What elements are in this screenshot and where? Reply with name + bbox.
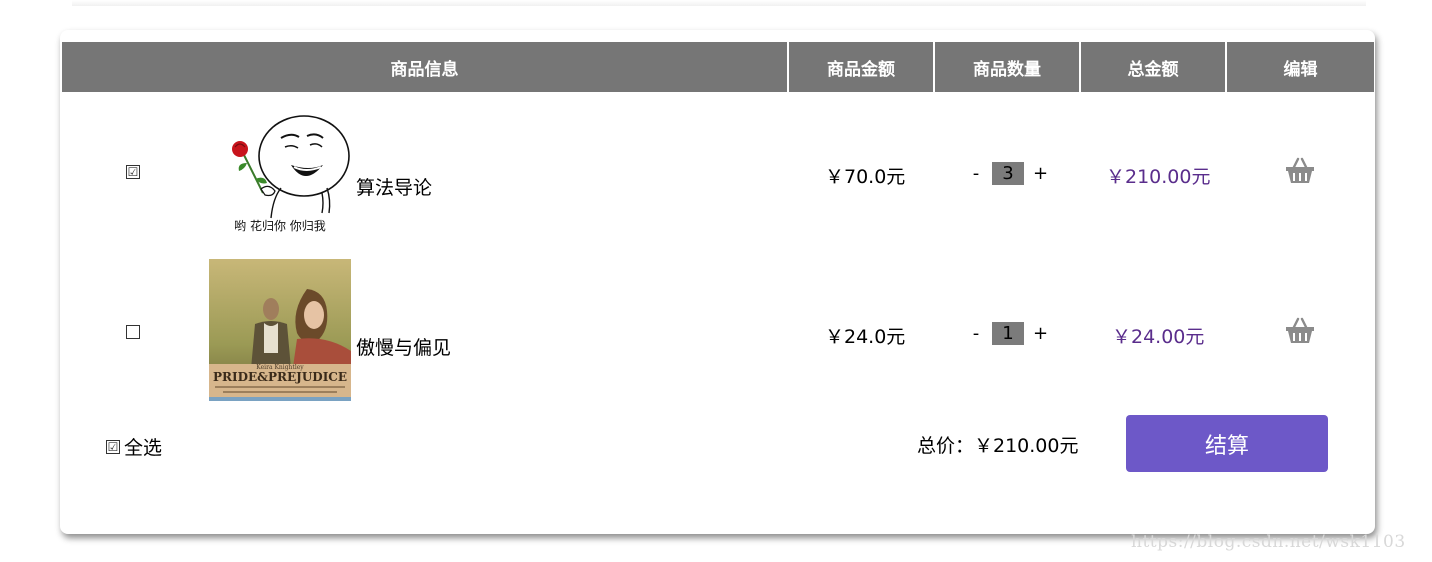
quantity-value[interactable]: 3 <box>992 162 1024 185</box>
unit-price: ￥70.0元 <box>825 166 906 188</box>
row-total: ￥24.00元 <box>1112 326 1205 348</box>
cart-row: ☑ 哟 花归你 你归我 算法导论 ￥70.0元 - 3 + ￥210.00元 <box>62 103 1374 245</box>
header-product-info: 商品信息 <box>62 42 787 92</box>
row-total: ￥210.00元 <box>1106 166 1211 188</box>
product-name: 傲慢与偏见 <box>356 337 452 359</box>
unit-price: ￥24.0元 <box>825 326 906 348</box>
cart-sum: 总价：￥210.00元 <box>917 435 1079 457</box>
increase-button[interactable]: + <box>1033 163 1048 184</box>
item-checkbox[interactable]: ☑ <box>126 165 140 179</box>
select-all-checkbox[interactable]: ☑ <box>106 439 120 454</box>
quantity-stepper: - 3 + <box>969 162 1048 185</box>
header-edit: 编辑 <box>1227 42 1374 92</box>
basket-icon[interactable] <box>1285 317 1315 349</box>
poster-caption: PRIDE&PREJUDICE <box>213 370 347 384</box>
header-quantity: 商品数量 <box>935 42 1079 92</box>
cart-row: Keira Knightley PRIDE&PREJUDICE 傲慢与偏见 ￥2… <box>62 259 1374 401</box>
checkout-button[interactable]: 结算 <box>1126 415 1328 472</box>
top-divider <box>72 0 1366 6</box>
header-total: 总金额 <box>1081 42 1225 92</box>
watermark: https://blog.csdn.net/wsk1103 <box>1131 532 1406 552</box>
product-name: 算法导论 <box>356 177 433 199</box>
product-image-meme: 哟 花归你 你归我 <box>209 103 351 245</box>
select-all-label: 全选 <box>124 437 163 459</box>
cart-table-header: 商品信息 商品金额 商品数量 总金额 编辑 <box>62 42 1374 92</box>
product-image-poster: Keira Knightley PRIDE&PREJUDICE <box>209 259 351 401</box>
quantity-stepper: - 1 + <box>969 322 1048 345</box>
decrease-button[interactable]: - <box>969 323 983 344</box>
increase-button[interactable]: + <box>1033 323 1048 344</box>
decrease-button[interactable]: - <box>969 163 983 184</box>
basket-icon[interactable] <box>1285 157 1315 189</box>
meme-caption: 哟 花归你 你归我 <box>234 218 326 233</box>
quantity-value[interactable]: 1 <box>992 322 1024 345</box>
header-unit-price: 商品金额 <box>789 42 933 92</box>
select-all[interactable]: ☑ 全选 <box>106 433 162 460</box>
item-checkbox[interactable] <box>126 325 140 339</box>
